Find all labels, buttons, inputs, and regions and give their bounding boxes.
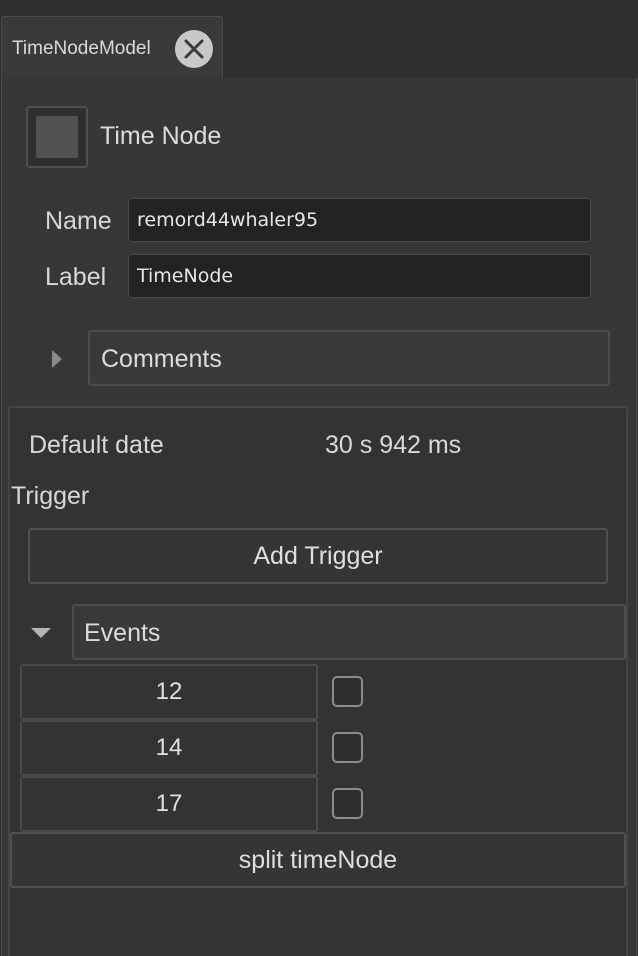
event-checkbox-17[interactable] xyxy=(332,788,363,819)
events-label: Events xyxy=(84,619,161,647)
close-icon[interactable] xyxy=(175,30,213,68)
event-checkbox-12[interactable] xyxy=(332,676,363,707)
name-field[interactable]: remord44whaler95 xyxy=(128,198,591,242)
label-field[interactable]: TimeNode xyxy=(128,254,591,298)
page-title: Time Node xyxy=(100,122,222,150)
close-icon-glyph xyxy=(184,39,204,59)
split-timenode-button[interactable]: split timeNode xyxy=(10,832,626,888)
trigger-heading: Trigger xyxy=(11,482,90,510)
default-date-value[interactable]: 30 s 942 ms xyxy=(325,431,461,460)
tab-label: TimeNodeModel xyxy=(12,38,151,59)
comments-label: Comments xyxy=(101,345,222,373)
event-button-12[interactable]: 12 xyxy=(20,664,318,720)
add-trigger-button[interactable]: Add Trigger xyxy=(28,528,608,584)
name-label: Name xyxy=(45,207,112,235)
event-checkbox-14[interactable] xyxy=(332,732,363,763)
color-swatch xyxy=(36,116,78,158)
event-button-17[interactable]: 17 xyxy=(20,776,318,832)
triangle-down-icon[interactable] xyxy=(31,628,51,638)
label-label: Label xyxy=(45,263,107,291)
event-button-14[interactable]: 14 xyxy=(20,720,318,776)
triangle-right-icon[interactable] xyxy=(52,350,62,368)
default-date-label: Default date xyxy=(29,431,164,459)
